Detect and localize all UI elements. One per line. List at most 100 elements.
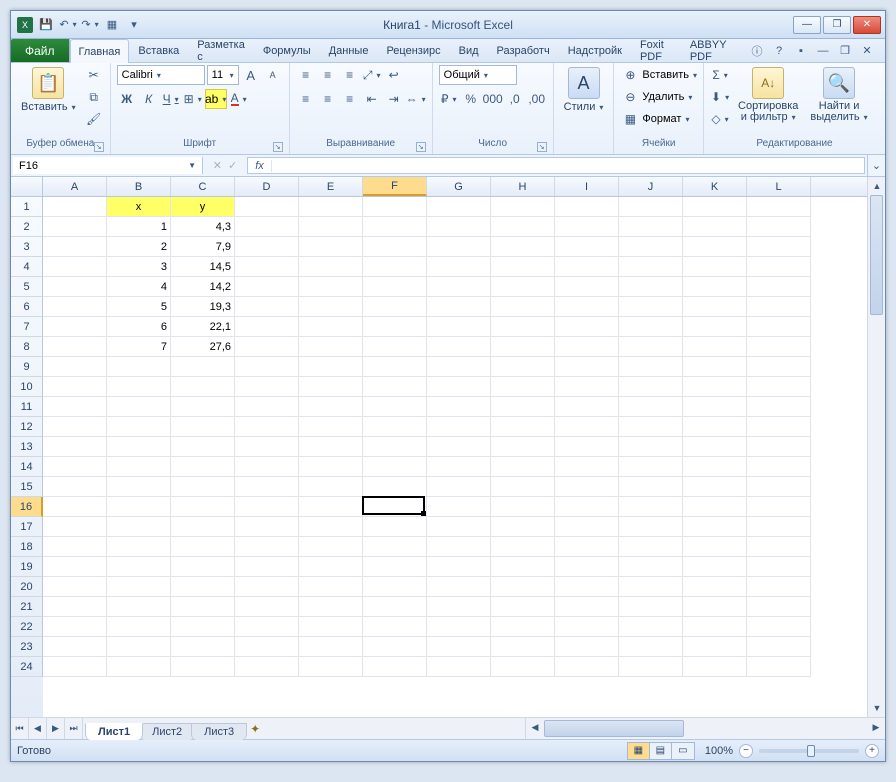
- cell-L17[interactable]: [747, 517, 811, 537]
- cell-E6[interactable]: [299, 297, 363, 317]
- cell-H11[interactable]: [491, 397, 555, 417]
- font-size-select[interactable]: 11: [207, 65, 239, 85]
- cell-L19[interactable]: [747, 557, 811, 577]
- cell-K9[interactable]: [683, 357, 747, 377]
- cell-D24[interactable]: [235, 657, 299, 677]
- cell-B19[interactable]: [107, 557, 171, 577]
- cell-D19[interactable]: [235, 557, 299, 577]
- sheet-tab-Лист2[interactable]: Лист2: [139, 723, 195, 740]
- row-header-22[interactable]: 22: [11, 617, 43, 637]
- cell-A21[interactable]: [43, 597, 107, 617]
- cell-K18[interactable]: [683, 537, 747, 557]
- row-header-10[interactable]: 10: [11, 377, 43, 397]
- cell-L12[interactable]: [747, 417, 811, 437]
- cell-I18[interactable]: [555, 537, 619, 557]
- cell-H17[interactable]: [491, 517, 555, 537]
- cell-D21[interactable]: [235, 597, 299, 617]
- column-header-F[interactable]: F: [363, 177, 427, 196]
- tab-7[interactable]: Разработч: [488, 39, 559, 62]
- cell-C23[interactable]: [171, 637, 235, 657]
- wrap-text-button[interactable]: ↩: [384, 65, 404, 85]
- number-launcher[interactable]: ↘: [537, 142, 547, 152]
- cell-D5[interactable]: [235, 277, 299, 297]
- cell-H21[interactable]: [491, 597, 555, 617]
- cell-B4[interactable]: 3: [107, 257, 171, 277]
- cell-K11[interactable]: [683, 397, 747, 417]
- align-launcher[interactable]: ↘: [416, 142, 426, 152]
- cell-A6[interactable]: [43, 297, 107, 317]
- cell-J8[interactable]: [619, 337, 683, 357]
- cell-I12[interactable]: [555, 417, 619, 437]
- cell-K1[interactable]: [683, 197, 747, 217]
- row-header-6[interactable]: 6: [11, 297, 43, 317]
- cell-H22[interactable]: [491, 617, 555, 637]
- page-break-view-button[interactable]: ▭: [672, 743, 694, 759]
- cell-K5[interactable]: [683, 277, 747, 297]
- cell-H19[interactable]: [491, 557, 555, 577]
- cell-D4[interactable]: [235, 257, 299, 277]
- cell-C17[interactable]: [171, 517, 235, 537]
- cell-B16[interactable]: [107, 497, 171, 517]
- cell-J21[interactable]: [619, 597, 683, 617]
- cell-C10[interactable]: [171, 377, 235, 397]
- cell-K15[interactable]: [683, 477, 747, 497]
- row-header-23[interactable]: 23: [11, 637, 43, 657]
- cell-G19[interactable]: [427, 557, 491, 577]
- cell-I15[interactable]: [555, 477, 619, 497]
- cell-H13[interactable]: [491, 437, 555, 457]
- cell-D16[interactable]: [235, 497, 299, 517]
- tab-1[interactable]: Вставка: [129, 39, 188, 62]
- cell-G11[interactable]: [427, 397, 491, 417]
- cell-B8[interactable]: 7: [107, 337, 171, 357]
- cell-B6[interactable]: 5: [107, 297, 171, 317]
- cell-K2[interactable]: [683, 217, 747, 237]
- cell-J16[interactable]: [619, 497, 683, 517]
- copy-button[interactable]: ⧉: [84, 87, 104, 107]
- cell-J23[interactable]: [619, 637, 683, 657]
- cell-B9[interactable]: [107, 357, 171, 377]
- cell-E3[interactable]: [299, 237, 363, 257]
- cell-B7[interactable]: 6: [107, 317, 171, 337]
- hscroll-thumb[interactable]: [544, 720, 684, 737]
- format-cells-button[interactable]: Формат: [642, 113, 689, 125]
- workbook-minimize-button[interactable]: ―: [815, 43, 831, 59]
- maximize-button[interactable]: ❐: [823, 16, 851, 34]
- cell-I13[interactable]: [555, 437, 619, 457]
- row-header-9[interactable]: 9: [11, 357, 43, 377]
- tab-8[interactable]: Надстройк: [559, 39, 631, 62]
- cell-L1[interactable]: [747, 197, 811, 217]
- cell-H16[interactable]: [491, 497, 555, 517]
- cell-C19[interactable]: [171, 557, 235, 577]
- cell-D15[interactable]: [235, 477, 299, 497]
- cell-E21[interactable]: [299, 597, 363, 617]
- cell-D17[interactable]: [235, 517, 299, 537]
- cell-H8[interactable]: [491, 337, 555, 357]
- comma-button[interactable]: 000: [483, 89, 503, 109]
- cell-K13[interactable]: [683, 437, 747, 457]
- cell-K6[interactable]: [683, 297, 747, 317]
- cell-C9[interactable]: [171, 357, 235, 377]
- column-header-L[interactable]: L: [747, 177, 811, 196]
- cell-I6[interactable]: [555, 297, 619, 317]
- cell-F5[interactable]: [363, 277, 427, 297]
- cell-A12[interactable]: [43, 417, 107, 437]
- cell-D13[interactable]: [235, 437, 299, 457]
- cell-F15[interactable]: [363, 477, 427, 497]
- cell-grid[interactable]: xy14,327,9314,5414,2519,3622,1727,6: [43, 197, 867, 717]
- cell-F6[interactable]: [363, 297, 427, 317]
- italic-button[interactable]: К: [139, 89, 159, 109]
- cell-A16[interactable]: [43, 497, 107, 517]
- tab-10[interactable]: ABBYY PDF: [681, 39, 739, 62]
- tab-6[interactable]: Вид: [450, 39, 488, 62]
- cell-E20[interactable]: [299, 577, 363, 597]
- column-header-E[interactable]: E: [299, 177, 363, 196]
- cell-G13[interactable]: [427, 437, 491, 457]
- cell-A11[interactable]: [43, 397, 107, 417]
- cell-K10[interactable]: [683, 377, 747, 397]
- cell-J4[interactable]: [619, 257, 683, 277]
- cell-B17[interactable]: [107, 517, 171, 537]
- prev-sheet-button[interactable]: ◀: [29, 718, 47, 739]
- tab-2[interactable]: Разметка с: [188, 39, 254, 62]
- redo-button[interactable]: ↷: [81, 16, 99, 34]
- cell-K7[interactable]: [683, 317, 747, 337]
